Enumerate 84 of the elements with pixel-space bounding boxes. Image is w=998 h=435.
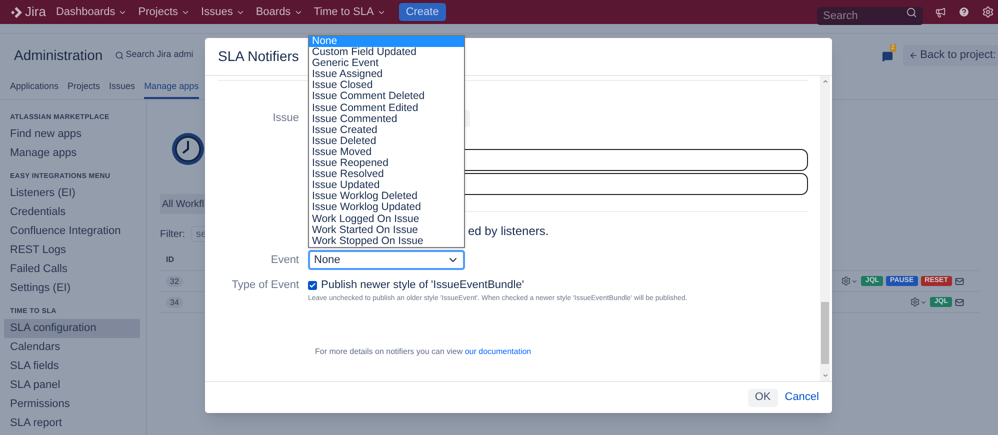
nav-menu[interactable]: Issues xyxy=(201,4,245,20)
dialog-title: SLA Notifiers xyxy=(218,47,299,66)
event-option[interactable]: Custom Field Updated xyxy=(309,47,464,58)
field-label: Issue xyxy=(272,111,299,126)
event-option[interactable]: Issue Worklog Deleted xyxy=(309,191,464,202)
event-option[interactable]: Work Started On Issue xyxy=(309,224,464,236)
search-icon xyxy=(114,50,124,60)
field-label: Type of Event xyxy=(230,278,299,293)
sidebar-item[interactable]: Failed Calls xyxy=(4,260,140,279)
settings-icon[interactable] xyxy=(982,6,994,18)
admin-search-link[interactable]: Search Jira admi xyxy=(114,48,194,62)
event-option[interactable]: Issue Created xyxy=(309,124,464,136)
sidebar-item[interactable]: SLA panel xyxy=(4,376,140,395)
scrollbar[interactable] xyxy=(820,76,830,381)
sidebar-item[interactable]: Permissions xyxy=(4,395,140,414)
event-option[interactable]: None xyxy=(309,36,464,48)
arrow-left-icon xyxy=(909,50,918,60)
sidebar-item[interactable]: SLA fields xyxy=(4,357,140,376)
sidebar-item[interactable]: REST Logs xyxy=(4,241,140,260)
nav-menu[interactable]: Projects xyxy=(138,4,190,20)
event-option[interactable]: Issue Closed xyxy=(309,80,464,92)
event-option[interactable]: Generic Event xyxy=(309,58,464,70)
help-icon[interactable] xyxy=(958,6,970,18)
gear-icon[interactable] xyxy=(910,297,920,307)
id-badge: 32 xyxy=(166,276,183,286)
event-option[interactable]: Issue Updated xyxy=(309,180,464,192)
sidebar-item[interactable]: Manage apps xyxy=(4,144,140,163)
scrollbar-thumb[interactable] xyxy=(821,302,829,364)
admin-tab[interactable]: Applications xyxy=(10,76,59,99)
sidebar-item[interactable]: Listeners (EI) xyxy=(4,184,140,203)
create-button[interactable]: Create xyxy=(398,3,446,21)
nav-menu[interactable]: Boards xyxy=(256,4,303,20)
caret-icon xyxy=(920,298,928,306)
caret-icon xyxy=(851,278,858,284)
nav-menu[interactable]: Time to SLA xyxy=(314,4,386,20)
event-option[interactable]: Issue Moved xyxy=(309,146,464,158)
event-option[interactable]: Issue Comment Edited xyxy=(309,102,464,114)
event-option[interactable]: Issue Commented xyxy=(309,114,464,125)
ok-button[interactable]: OK xyxy=(748,388,778,406)
publish-checkbox[interactable] xyxy=(308,280,317,290)
event-option[interactable]: Work Logged On Issue xyxy=(309,214,464,225)
sidebar-item[interactable]: SLA report xyxy=(4,414,140,433)
sidebar-item[interactable]: Credentials xyxy=(4,203,140,222)
column-header: ID xyxy=(166,254,174,266)
field-label: Event xyxy=(270,252,299,268)
page-title: Administration xyxy=(14,46,103,64)
search-icon xyxy=(906,6,917,18)
event-option[interactable]: Issue Assigned xyxy=(309,69,464,80)
mail-icon[interactable] xyxy=(955,276,964,286)
checkbox-label: Publish newer style of 'IssueEventBundle' xyxy=(321,278,524,293)
event-option[interactable]: Issue Reopened xyxy=(309,158,464,170)
megaphone-icon[interactable] xyxy=(935,6,946,18)
sidebar-item[interactable]: Confluence Integration xyxy=(4,222,140,241)
sidebar-item[interactable]: Calendars xyxy=(4,338,140,357)
check-icon xyxy=(309,282,316,288)
id-badge: 34 xyxy=(166,296,183,308)
event-option[interactable]: Issue Deleted xyxy=(309,136,464,147)
documentation-link[interactable]: our documentation xyxy=(464,347,532,356)
jira-logo[interactable]: Jira xyxy=(11,2,46,22)
admin-tab[interactable]: Issues xyxy=(109,76,136,99)
filter-label: Filter: xyxy=(160,228,185,242)
workflow-tab[interactable]: All Workfl xyxy=(160,194,205,214)
sidebar-item[interactable]: Find new apps xyxy=(4,125,140,144)
scroll-up-icon[interactable] xyxy=(822,78,828,85)
admin-tab[interactable]: Projects xyxy=(68,76,100,99)
cancel-button[interactable]: Cancel xyxy=(784,388,819,406)
admin-tab[interactable]: Manage apps xyxy=(144,76,199,99)
mail-icon[interactable] xyxy=(955,298,964,306)
gear-icon[interactable] xyxy=(841,276,852,286)
jira-logo-icon xyxy=(11,6,22,18)
search-field[interactable]: Search xyxy=(817,7,923,25)
scroll-down-icon[interactable] xyxy=(822,372,828,379)
sidebar-item[interactable]: SLA configuration xyxy=(4,319,140,338)
nav-menu[interactable]: Dashboards xyxy=(56,4,128,20)
sidebar-item[interactable]: Settings (EI) xyxy=(4,279,140,298)
event-select[interactable]: None xyxy=(308,250,465,270)
event-option[interactable]: Work Stopped On Issue xyxy=(309,236,464,247)
event-option[interactable]: Issue Comment Deleted xyxy=(309,91,464,103)
event-option[interactable]: Issue Resolved xyxy=(309,169,464,180)
event-option[interactable]: Issue Worklog Updated xyxy=(309,202,464,214)
description-text: ed by listeners. xyxy=(468,223,549,240)
documentation-text: For more details on notifiers you can view our documentation xyxy=(315,346,532,358)
back-to-project-button[interactable]: Back to project: xyxy=(903,44,998,66)
feedback-icon[interactable] xyxy=(882,51,894,62)
